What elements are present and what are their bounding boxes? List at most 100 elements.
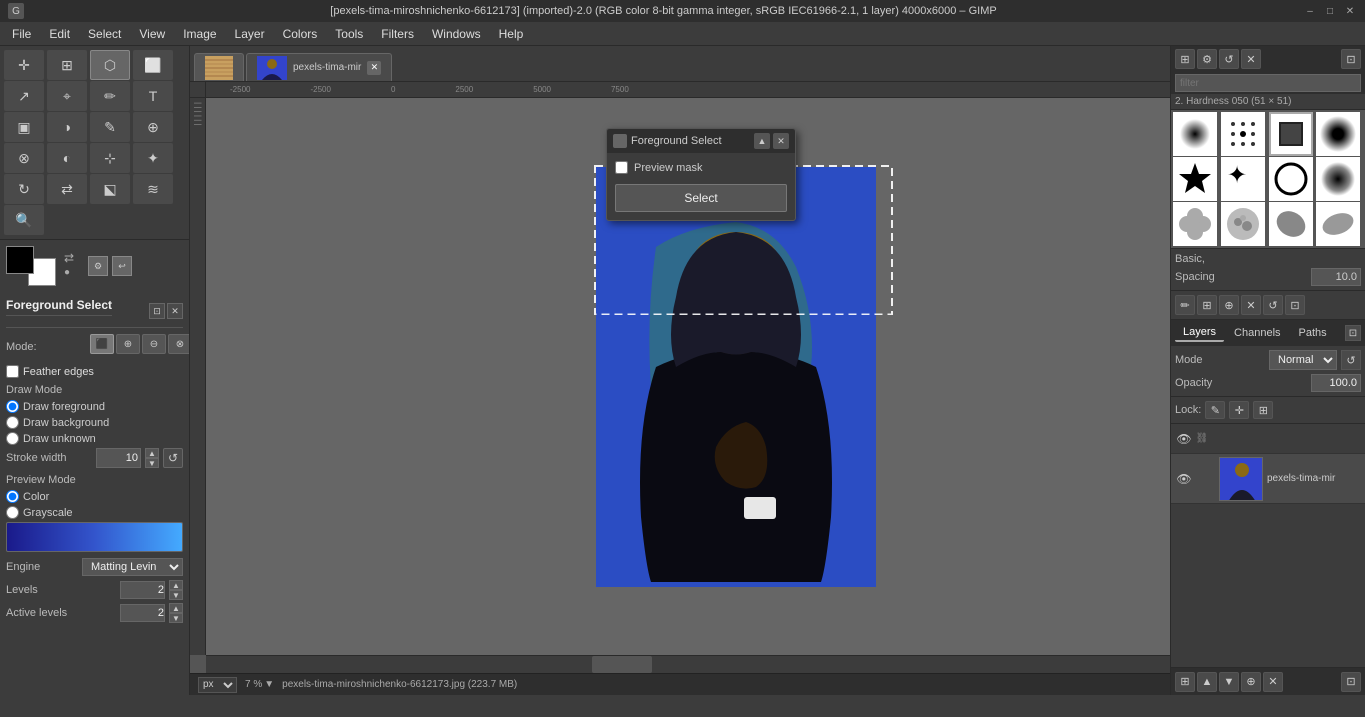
menu-help[interactable]: Help bbox=[491, 25, 532, 43]
brush-delete-btn[interactable]: ✕ bbox=[1241, 295, 1261, 315]
layer-delete-button[interactable]: ✕ bbox=[1263, 672, 1283, 692]
stroke-width-input[interactable] bbox=[96, 448, 141, 468]
color-picker[interactable]: ✦ bbox=[133, 143, 173, 173]
scale-tool[interactable]: ↗ bbox=[4, 81, 44, 111]
menu-filters[interactable]: Filters bbox=[373, 25, 422, 43]
mode-replace[interactable]: ⬛ bbox=[90, 334, 114, 354]
canvas-viewport[interactable]: Foreground Select ▲ ✕ Preview mask Selec… bbox=[206, 98, 1170, 655]
brush-item-dots[interactable] bbox=[1221, 112, 1265, 156]
menu-edit[interactable]: Edit bbox=[41, 25, 78, 43]
scrollbar-thumb-h[interactable] bbox=[592, 656, 652, 673]
brush-copy-button[interactable]: ⊕ bbox=[1219, 295, 1239, 315]
stroke-width-up[interactable]: ▲ bbox=[145, 448, 159, 458]
tab-paths[interactable]: Paths bbox=[1291, 325, 1335, 341]
layer-chain-icon[interactable]: ⛓ bbox=[1193, 430, 1211, 448]
active-levels-down[interactable]: ▼ bbox=[169, 613, 183, 623]
text-tool[interactable]: T bbox=[133, 81, 173, 111]
tab-wood[interactable] bbox=[194, 53, 244, 81]
tab-channels[interactable]: Channels bbox=[1226, 325, 1288, 341]
layers-mode-select[interactable]: Normal Multiply Screen bbox=[1269, 350, 1337, 370]
levels-up[interactable]: ▲ bbox=[169, 580, 183, 590]
brush-item-texture2[interactable] bbox=[1173, 202, 1217, 246]
menu-windows[interactable]: Windows bbox=[424, 25, 489, 43]
tool-options-expand[interactable]: ⊡ bbox=[149, 303, 165, 319]
brush-edit-button[interactable]: ✏ bbox=[1175, 295, 1195, 315]
brush-item-star[interactable] bbox=[1173, 157, 1217, 201]
brush-item-texture3[interactable] bbox=[1221, 202, 1265, 246]
tab-layers[interactable]: Layers bbox=[1175, 324, 1224, 342]
stroke-width-reset[interactable]: ↺ bbox=[163, 448, 183, 468]
flip-tool[interactable]: ⇄ bbox=[47, 174, 87, 204]
crop-tool[interactable]: ⌖ bbox=[47, 81, 87, 111]
tool-config-button[interactable]: ⚙ bbox=[88, 256, 108, 276]
feather-edges-checkbox[interactable] bbox=[6, 365, 19, 378]
brush-filter-input[interactable] bbox=[1175, 74, 1361, 92]
layer-new-button[interactable]: ⊞ bbox=[1175, 672, 1195, 692]
layers-mode-reset[interactable]: ↺ bbox=[1341, 350, 1361, 370]
layer-lower-button[interactable]: ▼ bbox=[1219, 672, 1239, 692]
rotate-tool[interactable]: ↻ bbox=[4, 174, 44, 204]
menu-colors[interactable]: Colors bbox=[275, 25, 326, 43]
draw-unknown-radio[interactable] bbox=[6, 432, 19, 445]
active-levels-up[interactable]: ▲ bbox=[169, 603, 183, 613]
brush-refresh-button[interactable]: ↺ bbox=[1219, 49, 1239, 69]
layer-chain-toggle[interactable] bbox=[1197, 470, 1215, 488]
maximize-button[interactable]: □ bbox=[1323, 4, 1337, 18]
dodge-burn[interactable]: ◐ bbox=[47, 143, 87, 173]
preview-mask-checkbox[interactable] bbox=[615, 161, 628, 174]
layer-duplicate-button[interactable]: ⊕ bbox=[1241, 672, 1261, 692]
layer-more-button[interactable]: ⊡ bbox=[1341, 672, 1361, 692]
layer-visibility-toggle[interactable]: 👁 bbox=[1175, 470, 1193, 488]
pencil-tool[interactable]: ✎ bbox=[90, 112, 130, 142]
lock-pixels-button[interactable]: ✎ bbox=[1205, 401, 1225, 419]
levels-down[interactable]: ▼ bbox=[169, 590, 183, 600]
tab-person[interactable]: pexels-tima-mir ✕ bbox=[246, 53, 392, 81]
move-tool[interactable]: ✛ bbox=[4, 50, 44, 80]
align-tool[interactable]: ⊞ bbox=[47, 50, 87, 80]
clone-tool[interactable]: ⊕ bbox=[133, 112, 173, 142]
bucket-fill[interactable]: ▣ bbox=[4, 112, 44, 142]
brush-expand-button[interactable]: ⊡ bbox=[1341, 49, 1361, 69]
active-levels-input[interactable] bbox=[120, 604, 165, 622]
brush-duplicate-button[interactable]: ⊞ bbox=[1197, 295, 1217, 315]
zoom-tool[interactable]: 🔍 bbox=[4, 205, 44, 235]
draw-background-radio[interactable] bbox=[6, 416, 19, 429]
menu-layer[interactable]: Layer bbox=[227, 25, 273, 43]
menu-image[interactable]: Image bbox=[175, 25, 224, 43]
layer-raise-button[interactable]: ▲ bbox=[1197, 672, 1217, 692]
menu-file[interactable]: File bbox=[4, 25, 39, 43]
stroke-width-down[interactable]: ▼ bbox=[145, 458, 159, 468]
menu-select[interactable]: Select bbox=[80, 25, 129, 43]
brush-delete-button[interactable]: ✕ bbox=[1241, 49, 1261, 69]
opacity-input[interactable] bbox=[1311, 374, 1361, 392]
reset-colors-button[interactable]: ● bbox=[64, 267, 78, 281]
fg-dialog-close[interactable]: ✕ bbox=[773, 133, 789, 149]
brush-new-button[interactable]: ⊞ bbox=[1175, 49, 1195, 69]
select-button[interactable]: Select bbox=[615, 184, 787, 212]
minimize-button[interactable]: – bbox=[1303, 4, 1317, 18]
zoom-dropdown-icon[interactable]: ▼ bbox=[264, 679, 274, 690]
blend-tool[interactable]: ◑ bbox=[47, 112, 87, 142]
heal-tool[interactable]: ⊗ bbox=[4, 143, 44, 173]
fuzzy-select[interactable]: ⊹ bbox=[90, 143, 130, 173]
close-button[interactable]: ✕ bbox=[1343, 4, 1357, 18]
brush-item-circle-medium[interactable] bbox=[1316, 157, 1360, 201]
layers-expand-button[interactable]: ⊡ bbox=[1345, 325, 1361, 341]
brush-item-square[interactable] bbox=[1269, 112, 1313, 156]
menu-view[interactable]: View bbox=[131, 25, 173, 43]
foreground-color-swatch[interactable] bbox=[6, 246, 34, 274]
smudge-tool[interactable]: ≋ bbox=[133, 174, 173, 204]
brush-item-blob2[interactable] bbox=[1316, 202, 1360, 246]
brush-more-button[interactable]: ⊡ bbox=[1285, 295, 1305, 315]
lock-all-button[interactable]: ⊞ bbox=[1253, 401, 1273, 419]
brush-item-circle-stroke[interactable] bbox=[1269, 157, 1313, 201]
grayscale-preview-radio[interactable] bbox=[6, 506, 19, 519]
color-preview-radio[interactable] bbox=[6, 490, 19, 503]
swap-colors-button[interactable]: ⇄ bbox=[64, 251, 78, 265]
spacing-input[interactable] bbox=[1311, 268, 1361, 286]
free-select-tool[interactable]: ⬡ bbox=[90, 50, 130, 80]
perspective-tool[interactable]: ⬕ bbox=[90, 174, 130, 204]
brush-config-button[interactable]: ⚙ bbox=[1197, 49, 1217, 69]
brush-item-blob1[interactable] bbox=[1269, 202, 1313, 246]
path-tool[interactable]: ✏ bbox=[90, 81, 130, 111]
